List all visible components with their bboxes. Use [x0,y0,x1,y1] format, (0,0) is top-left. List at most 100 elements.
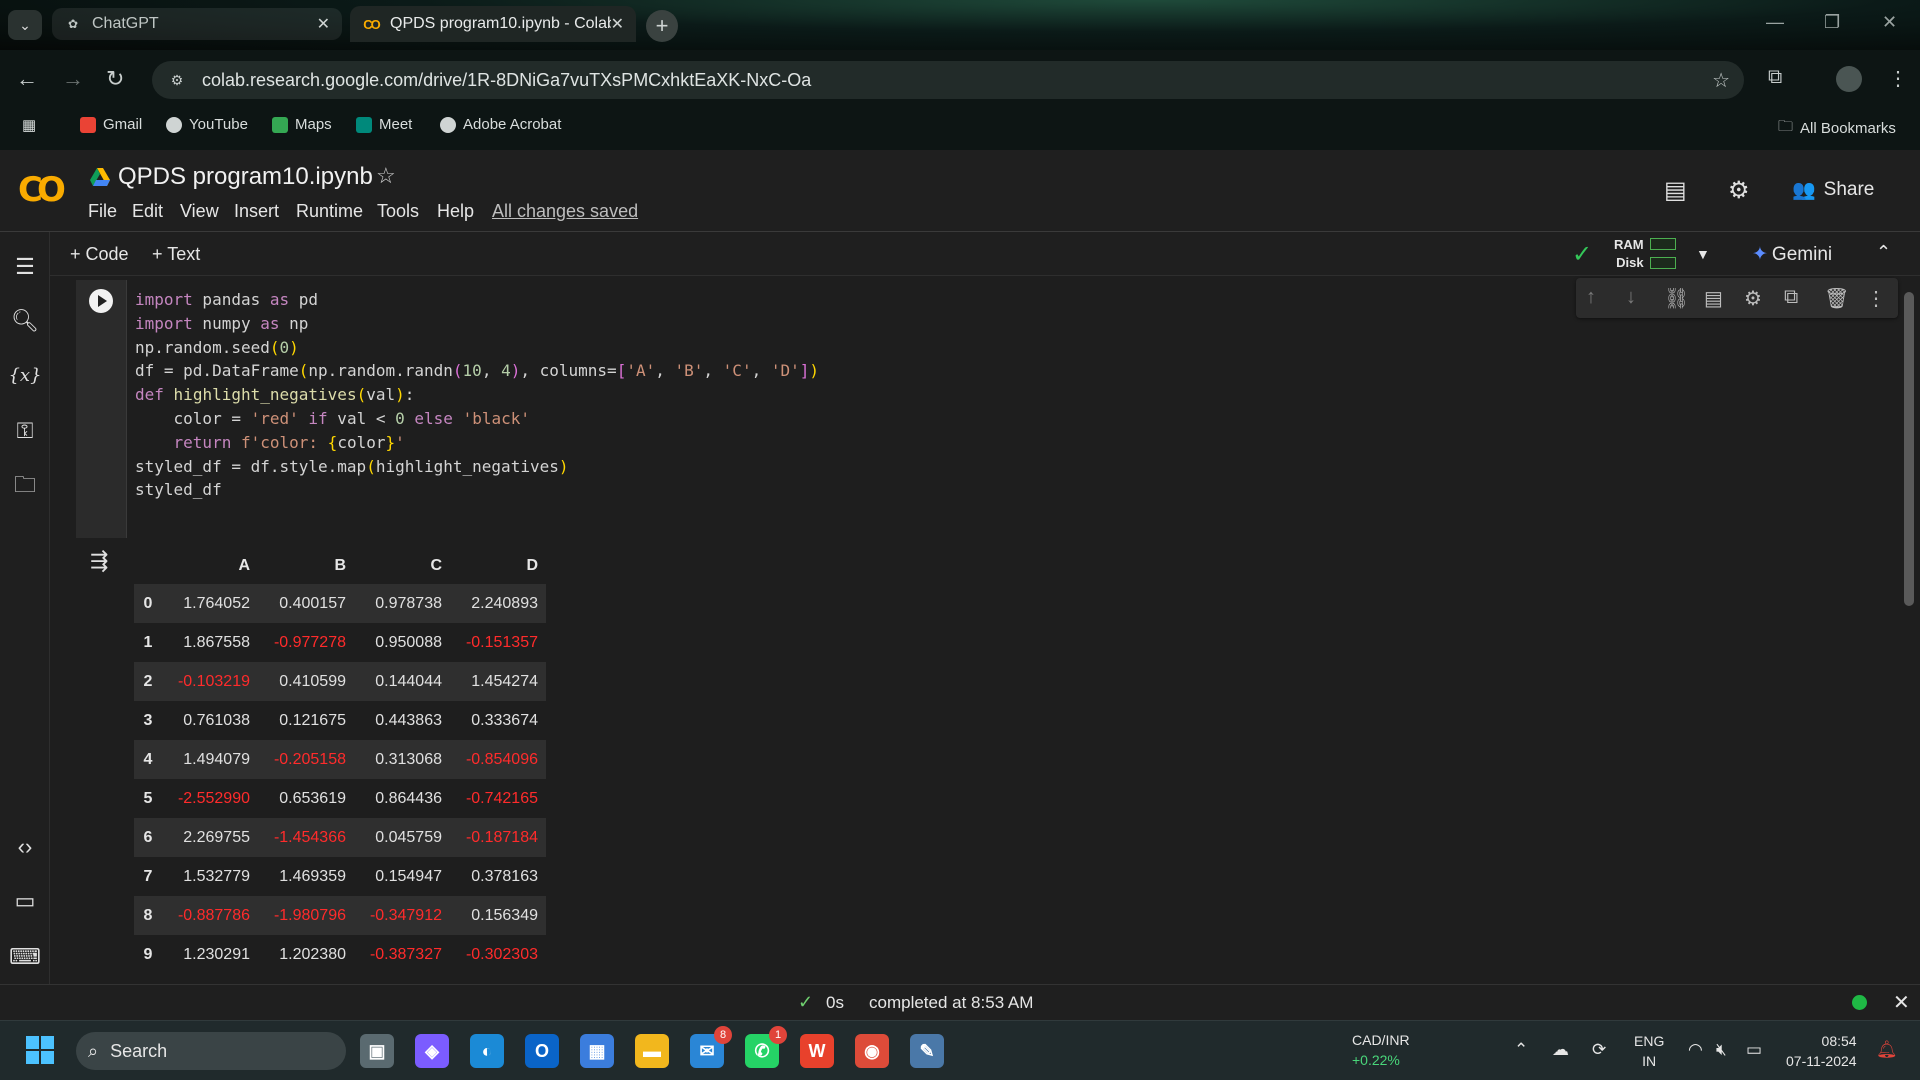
variables-icon[interactable]: {x} [8,362,41,388]
run-cell-button[interactable] [89,289,113,313]
settings-gear-icon[interactable]: ⚙ [1728,176,1750,205]
star-icon[interactable]: ☆ [376,163,396,189]
add-text-button[interactable]: + Text [152,244,200,265]
share-button[interactable]: 👥 Share [1792,178,1874,202]
wifi-icon[interactable]: ◠ [1688,1040,1703,1060]
onedrive-icon[interactable]: ☁ [1552,1040,1569,1060]
forward-icon[interactable]: → [62,66,84,92]
comments-icon[interactable]: ▤ [1664,176,1687,205]
table-cell: 0.653619 [258,779,354,818]
store-icon[interactable]: ▦ [580,1034,614,1068]
people-icon: 👥 [1792,180,1816,201]
table-cell: 0.443863 [354,701,450,740]
code-editor[interactable]: import pandas as pd import numpy as np n… [126,280,1900,538]
menu-edit[interactable]: Edit [132,201,163,222]
collapse-header-icon[interactable]: ⌃ [1876,242,1891,263]
scrollbar[interactable] [1904,292,1914,606]
battery-icon[interactable]: ▭ [1746,1040,1762,1060]
restore-icon[interactable]: ❐ [1824,12,1840,33]
save-status[interactable]: All changes saved [492,201,638,222]
all-bookmarks[interactable]: 🗀 All Bookmarks [1778,116,1896,141]
extensions-icon[interactable]: ⧉ [1768,66,1782,89]
taskbar-search[interactable]: ⌕ Search [76,1032,346,1070]
close-tab-icon[interactable]: ✕ [317,14,330,34]
terminal-icon[interactable]: ⌨ [9,944,41,970]
tab-colab[interactable]: CO QPDS program10.ipynb - Colab ✕ [350,6,636,42]
menu-file[interactable]: File [88,201,117,222]
close-tab-icon[interactable]: ✕ [611,14,624,34]
secrets-key-icon[interactable]: ⚿ [12,418,38,444]
new-tab-button[interactable]: + [646,10,678,42]
copilot-icon[interactable]: ◈ [415,1034,449,1068]
gemini-button[interactable]: ✦ Gemini [1752,243,1832,266]
browser-menu-icon[interactable]: ⋮ [1888,66,1908,91]
language-indicator[interactable]: ENG IN [1634,1031,1664,1071]
apps-grid-icon[interactable]: ▦ [22,116,36,134]
search-icon[interactable]: 🔍︎ [11,308,39,334]
colab-logo[interactable]: CO [18,170,66,210]
url-bar[interactable]: ⚙ colab.research.google.com/drive/1R-8DN… [152,61,1744,99]
cell-settings-icon[interactable]: ⚙ [1744,286,1762,311]
command-palette-icon[interactable]: ▭ [12,888,38,914]
minimize-icon[interactable]: — [1766,12,1784,33]
notification-bell-icon[interactable]: 🔔︎ [1876,1040,1898,1060]
disk-label: Disk [1616,255,1644,270]
comment-icon[interactable]: ▤ [1704,286,1723,311]
add-code-button[interactable]: + Code [70,244,129,265]
edge-icon[interactable]: ◐ [470,1034,504,1068]
outlook-icon[interactable]: O [525,1034,559,1068]
move-down-icon[interactable]: ↓ [1626,286,1636,309]
share-label: Share [1823,179,1875,200]
bookmark-gmail[interactable]: Gmail [80,116,142,133]
execution-status[interactable]: completed at 8:53 AM [869,993,1033,1013]
bookmark-star-icon[interactable]: ☆ [1712,68,1730,93]
wps-office-icon[interactable]: W [800,1034,834,1068]
table-of-contents-icon[interactable]: ☰ [12,254,38,280]
menu-help[interactable]: Help [437,201,474,222]
gemini-label: Gemini [1771,244,1833,265]
table-row: 3 0.761038 0.121675 0.443863 0.333674 [134,701,546,740]
mirror-cell-icon[interactable]: ⧉ [1784,286,1798,309]
file-explorer-icon[interactable]: ▬ [635,1034,669,1068]
windows-start-icon[interactable] [26,1036,54,1064]
resources-indicator[interactable]: RAM Disk [1614,236,1644,272]
table-cell: -2.552990 [162,779,258,818]
menu-tools[interactable]: Tools [377,201,419,222]
bookmark-youtube[interactable]: YouTube [166,116,248,133]
show-hidden-icons[interactable]: ⌃ [1514,1040,1528,1060]
currency-widget[interactable]: CAD/INR +0.22% [1352,1030,1410,1070]
code-snippets-icon[interactable]: ‹› [12,834,38,860]
files-folder-icon[interactable]: 🗀 [12,472,38,500]
system-clock[interactable]: 08:54 07-11-2024 [1786,1031,1857,1071]
move-up-icon[interactable]: ↑ [1586,286,1596,309]
drive-icon[interactable] [90,168,110,186]
bookmark-maps[interactable]: Maps [272,116,332,133]
table-cell: 0.864436 [354,779,450,818]
task-view-icon[interactable]: ▣ [360,1034,394,1068]
more-options-icon[interactable]: ⋮ [1866,286,1886,311]
sync-icon[interactable]: ⟳ [1592,1040,1606,1060]
bookmark-meet[interactable]: Meet [356,116,412,133]
site-info-icon[interactable]: ⚙ [166,69,188,91]
close-window-icon[interactable]: ✕ [1882,12,1897,33]
bookmark-adobe-acrobat[interactable]: Adobe Acrobat [440,116,561,133]
close-status-icon[interactable]: ✕ [1893,990,1910,1015]
delete-icon[interactable]: 🗑 [1824,286,1849,311]
back-icon[interactable]: ← [16,66,38,92]
output-actions-icon[interactable]: ⇶ [90,548,108,574]
chrome-icon[interactable]: ◉ [855,1034,889,1068]
menu-view[interactable]: View [180,201,219,222]
tab-chatgpt[interactable]: ✿ ChatGPT ✕ [52,8,342,40]
tab-search-button[interactable]: ⌄ [8,10,42,40]
runtime-dropdown-icon[interactable]: ▼ [1696,246,1710,262]
region-code: IN [1642,1053,1657,1069]
menu-insert[interactable]: Insert [234,201,279,222]
link-icon[interactable]: ⛓ [1664,286,1689,311]
volume-muted-icon[interactable]: 🔇︎ [1716,1040,1727,1060]
menu-runtime[interactable]: Runtime [296,201,363,222]
avatar[interactable] [1836,66,1862,92]
reload-icon[interactable]: ↻ [106,66,124,92]
notebook-title[interactable]: QPDS program10.ipynb [118,163,373,191]
row-index: 5 [134,779,162,818]
python-icon[interactable]: ✎ [910,1034,944,1068]
